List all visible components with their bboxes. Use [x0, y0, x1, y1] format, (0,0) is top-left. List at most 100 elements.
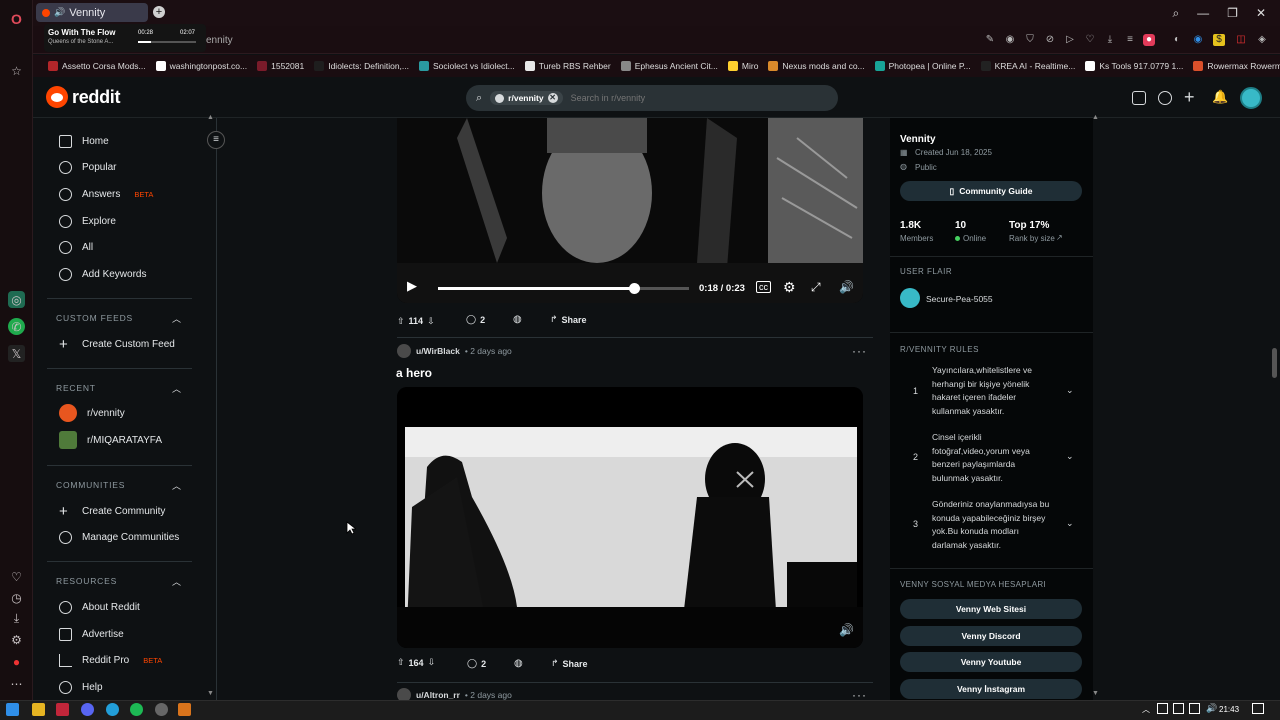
search-input[interactable] — [570, 93, 771, 103]
steam-icon[interactable] — [155, 703, 168, 716]
bookmark-item[interactable]: Assetto Corsa Mods... — [43, 61, 151, 71]
menu-icon[interactable]: ≡ — [1124, 34, 1136, 46]
extension-d-icon[interactable]: ◫ — [1235, 34, 1247, 46]
extension-b-icon[interactable]: ◉ — [1192, 34, 1204, 46]
nav-create-custom-feed[interactable]: + Create Custom Feed — [59, 335, 175, 353]
media-progress[interactable] — [138, 41, 196, 43]
nav-help[interactable]: Help — [59, 678, 103, 696]
notification-icon[interactable] — [1252, 703, 1264, 714]
social-link-website[interactable]: Venny Web Sitesi — [900, 599, 1082, 619]
bookmark-item[interactable]: Nexus mods and co... — [763, 61, 869, 71]
nav-all[interactable]: All — [59, 238, 93, 256]
minimize-icon[interactable]: — — [1197, 6, 1209, 20]
post-video[interactable]: ▶ 0:18 / 0:23 cc ⚙ ⤢ 🔊 — [397, 118, 863, 303]
url-text[interactable]: ennity — [206, 35, 233, 46]
bookmark-item[interactable]: washingtonpost.co... — [151, 61, 253, 71]
chevron-down-icon[interactable]: ⌄ — [1066, 385, 1074, 396]
video-progress-bar[interactable] — [438, 283, 689, 294]
page-scrollbar[interactable] — [1272, 348, 1277, 378]
nav-home[interactable]: Home — [59, 132, 109, 150]
volume-tray-icon[interactable]: 🔊 — [1206, 703, 1217, 714]
more-options-icon[interactable]: ··· — [852, 344, 867, 358]
bookmark-item[interactable]: Ephesus Ancient Cit... — [616, 61, 723, 71]
nav-advertise[interactable]: Advertise — [59, 625, 124, 643]
post-author[interactable]: u/Altron_rr — [416, 690, 460, 700]
notifications-icon[interactable]: 🔔 — [1212, 89, 1228, 105]
nav-create-community[interactable]: + Create Community — [59, 502, 165, 520]
resources-header[interactable]: RESOURCES — [56, 576, 117, 586]
downvote-icon[interactable]: ⇩ — [428, 657, 436, 668]
comments-button[interactable]: ◯ 2 — [466, 314, 485, 325]
history-icon[interactable]: ◷ — [8, 589, 25, 606]
spotify-icon[interactable] — [130, 703, 143, 716]
upvote-icon[interactable]: ⇧ — [397, 657, 405, 668]
share-button[interactable]: ↱ Share — [551, 658, 588, 669]
comments-button[interactable]: ◯ 2 — [467, 658, 486, 669]
custom-feeds-header[interactable]: CUSTOM FEEDS — [56, 313, 133, 323]
tab-vennity[interactable]: 🔊 Vennity — [36, 3, 148, 22]
external-link-icon[interactable]: ↗ — [1056, 233, 1063, 242]
nav-about-reddit[interactable]: About Reddit — [59, 598, 140, 616]
rule-text[interactable]: Gönderiniz onaylanmadıysa bu konuda yapa… — [932, 498, 1050, 552]
heart-outline-icon[interactable]: ♡ — [1084, 34, 1096, 46]
scroll-up-icon[interactable]: ▲ — [1092, 114, 1099, 121]
file-explorer-icon[interactable] — [32, 703, 45, 716]
communities-header[interactable]: COMMUNITIES — [56, 480, 125, 490]
bookmark-item[interactable]: Tureb RBS Rehber — [520, 61, 616, 71]
scroll-up-icon[interactable]: ▲ — [207, 114, 214, 121]
clear-chip-icon[interactable]: ✕ — [547, 93, 558, 103]
chevron-up-icon[interactable]: ︿ — [172, 479, 181, 492]
bookmark-item[interactable]: KREA AI - Realtime... — [976, 61, 1081, 71]
flair-username[interactable]: Secure-Pea-5055 — [926, 294, 993, 304]
play-icon[interactable]: ▷ — [1064, 34, 1076, 46]
nav-reddit-pro[interactable]: Reddit Pro BETA — [59, 651, 162, 669]
downvote-icon[interactable]: ⇩ — [427, 316, 435, 327]
play-icon[interactable]: ▶ — [407, 278, 417, 294]
bookmark-item[interactable]: Idiolects: Definition,... — [309, 61, 414, 71]
nav-recent-vennity[interactable]: r/vennity — [59, 404, 125, 422]
volume-icon[interactable]: 🔊 — [839, 280, 854, 294]
extension-e-icon[interactable]: ◈ — [1256, 34, 1268, 46]
extension-c-icon[interactable]: $ — [1213, 34, 1225, 46]
collapse-nav-button[interactable]: ≡ — [207, 131, 225, 149]
more-icon[interactable]: ⋯ — [8, 675, 25, 692]
scroll-down-icon[interactable]: ▼ — [207, 690, 214, 697]
opera-logo-icon[interactable]: O — [8, 10, 25, 27]
user-avatar[interactable] — [1240, 87, 1262, 109]
bookmark-item[interactable]: Photopea | Online P... — [870, 61, 976, 71]
nav-popular[interactable]: Popular — [59, 158, 116, 176]
video-progress-knob[interactable] — [628, 283, 640, 294]
tray-icon[interactable] — [1173, 703, 1184, 714]
recent-header[interactable]: RECENT — [56, 383, 96, 393]
create-post-icon[interactable]: + — [1184, 87, 1195, 108]
block-icon[interactable]: ⊘ — [1044, 34, 1056, 46]
tray-chevron-icon[interactable]: ︿ — [1142, 704, 1150, 715]
whatsapp-icon[interactable]: ✆ — [8, 318, 25, 335]
nav-answers[interactable]: Answers BETA — [59, 185, 153, 203]
rule-text[interactable]: Yayıncılara,whitelistlere ve herhangi bi… — [932, 364, 1050, 418]
discord-icon[interactable] — [81, 703, 94, 716]
chevron-up-icon[interactable]: ︿ — [172, 575, 181, 588]
x-icon[interactable]: 𝕏 — [8, 345, 25, 362]
search-tabs-icon[interactable]: ⌕ — [1172, 6, 1179, 21]
bookmark-item[interactable]: Miro — [723, 61, 764, 71]
volume-icon[interactable]: 🔊 — [839, 623, 854, 637]
bookmark-item[interactable]: Ks Tools 917.0779 1... — [1080, 61, 1188, 71]
post-video[interactable]: 🔊 — [397, 387, 863, 648]
media-player-popup[interactable]: Go With The Flow Queens of the Stone A..… — [44, 24, 206, 52]
social-link-discord[interactable]: Venny Discord — [900, 626, 1082, 646]
settings-icon[interactable]: ⚙ — [8, 631, 25, 648]
advertise-icon[interactable] — [1132, 91, 1146, 105]
bookmark-item[interactable]: Rowermax Rowerm... — [1188, 61, 1280, 71]
nav-recent-miqaratayfa[interactable]: r/MIQARATAYFA — [59, 431, 162, 449]
community-guide-button[interactable]: ▯ Community Guide — [900, 181, 1082, 201]
tray-icon[interactable] — [1157, 703, 1168, 714]
chevron-up-icon[interactable]: ︿ — [172, 382, 181, 395]
download-bar-icon[interactable]: ⤓ — [1104, 34, 1116, 46]
bookmark-item[interactable]: Sociolect vs Idiolect... — [414, 61, 520, 71]
download-icon[interactable]: ⤓ — [8, 610, 25, 627]
clock[interactable]: 21:43 — [1219, 705, 1239, 714]
start-icon[interactable] — [6, 703, 19, 716]
close-icon[interactable]: ✕ — [1256, 6, 1266, 20]
author-avatar[interactable] — [397, 344, 411, 358]
